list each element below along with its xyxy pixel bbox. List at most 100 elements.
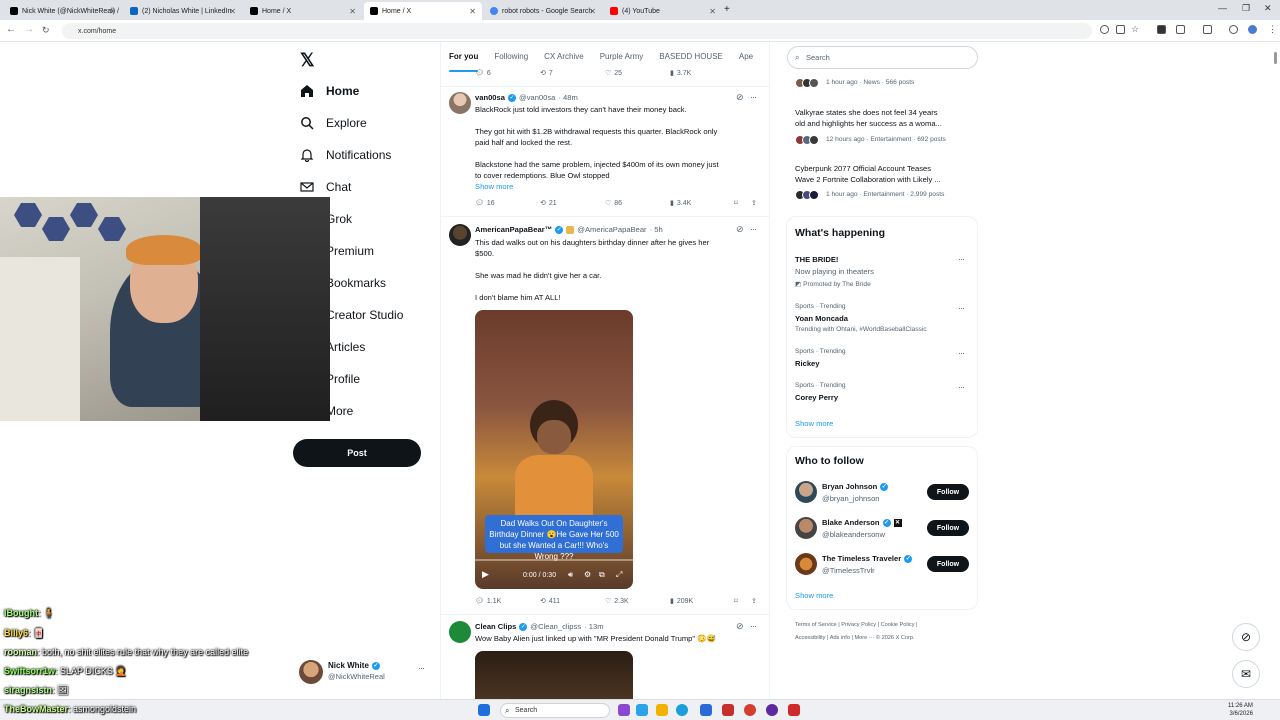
reply-button[interactable]: 💬︎ 16: [475, 199, 495, 208]
tab-basedd-house[interactable]: BASEDD HOUSE: [651, 44, 731, 72]
windows-start-icon[interactable]: [478, 704, 490, 716]
maximize-icon[interactable]: ❐: [1242, 3, 1250, 14]
nav-explore[interactable]: Explore: [300, 116, 367, 130]
news-title[interactable]: old and highlights her success as a woma…: [795, 119, 942, 128]
reply-button[interactable]: 💬︎ 1.1K: [475, 597, 501, 606]
user-name[interactable]: The Timeless Traveler: [822, 554, 901, 563]
tweet-time[interactable]: · 5h: [650, 225, 663, 234]
tweet-time[interactable]: · 48m: [558, 93, 577, 102]
install-icon[interactable]: [1116, 25, 1125, 34]
edge-icon[interactable]: [676, 704, 688, 716]
browser-menu-icon[interactable]: ⋮: [1268, 24, 1277, 35]
avatar[interactable]: [449, 92, 471, 114]
show-more-link[interactable]: Show more: [795, 419, 833, 428]
grok-fab[interactable]: ⊘: [1232, 623, 1260, 651]
author-name[interactable]: van00sa: [475, 93, 505, 102]
tab-ape[interactable]: Ape: [731, 44, 761, 72]
repost-button[interactable]: ⟲ 411: [540, 597, 560, 606]
more-options-icon[interactable]: ···: [958, 382, 965, 392]
favorite-star-icon[interactable]: ☆: [1131, 24, 1139, 35]
footer-link[interactable]: Cookie Policy: [881, 622, 915, 628]
more-options-icon[interactable]: ···: [750, 621, 757, 631]
like-button[interactable]: ♡ 86: [605, 199, 622, 208]
close-tab-icon[interactable]: ✕: [109, 7, 116, 16]
author-handle[interactable]: @AmericaPapaBear: [577, 225, 646, 234]
tab-following[interactable]: Following: [486, 44, 536, 72]
tweet-media[interactable]: [475, 651, 633, 699]
footer-link[interactable]: Privacy Policy: [841, 622, 876, 628]
volume-icon[interactable]: 🔊︎: [568, 570, 573, 580]
like-button[interactable]: ♡ 25: [605, 69, 622, 78]
close-tab-icon[interactable]: ✕: [709, 7, 716, 16]
fullscreen-icon[interactable]: ⤢: [616, 570, 622, 580]
avatar[interactable]: [795, 553, 817, 575]
follow-button[interactable]: Follow: [927, 484, 969, 500]
split-screen-icon[interactable]: [1176, 25, 1185, 34]
more-options-icon[interactable]: ···: [958, 303, 965, 313]
file-explorer-icon[interactable]: [656, 704, 668, 716]
nav-home[interactable]: Home: [300, 84, 359, 98]
close-tab-icon[interactable]: ✕: [349, 7, 356, 16]
x-logo-icon[interactable]: 𝕏: [300, 50, 315, 71]
repost-button[interactable]: ⟲ 21: [540, 199, 557, 208]
views-button[interactable]: ▮ 3.4K: [670, 199, 691, 208]
profile-avatar-icon[interactable]: [1248, 25, 1257, 34]
follow-button[interactable]: Follow: [927, 556, 969, 572]
trend-title[interactable]: Rickey: [795, 359, 820, 368]
video-progress[interactable]: [475, 559, 633, 561]
pip-icon[interactable]: ⧉: [599, 570, 605, 580]
app-icon[interactable]: [722, 704, 734, 716]
browser-tab[interactable]: Nick White (@NickWhiteReal) / ✕: [4, 2, 122, 20]
scrollbar-thumb[interactable]: [1274, 52, 1277, 64]
post-button[interactable]: Post: [293, 439, 421, 467]
reply-button[interactable]: 💬︎ 6: [475, 69, 491, 78]
author-handle[interactable]: @van00sa: [519, 93, 555, 102]
follow-button[interactable]: Follow: [927, 520, 969, 536]
grok-icon[interactable]: ⊘: [736, 92, 744, 103]
more-options-icon[interactable]: ···: [418, 663, 425, 673]
browser-tab[interactable]: Home / X ✕: [244, 2, 362, 20]
chrome-icon[interactable]: [744, 704, 756, 716]
share-button[interactable]: ⇪: [751, 199, 757, 207]
author-name[interactable]: Clean Clips: [475, 622, 516, 631]
footer-link[interactable]: Terms of Service: [795, 622, 837, 628]
back-icon[interactable]: ←: [6, 24, 16, 35]
forward-icon[interactable]: →: [24, 24, 34, 35]
avatar[interactable]: [449, 621, 471, 643]
news-title[interactable]: Valkyrae states she does not feel 34 yea…: [795, 108, 938, 117]
author-handle[interactable]: @Clean_clipss: [530, 622, 581, 631]
nav-chat[interactable]: Chat: [300, 180, 351, 194]
extension-icon[interactable]: [1157, 25, 1166, 34]
app-icon[interactable]: [766, 704, 778, 716]
avatar[interactable]: [795, 481, 817, 503]
extensions-puzzle-icon[interactable]: [1229, 25, 1238, 34]
system-clock[interactable]: 11:26 AM 3/6/2026: [1228, 702, 1253, 718]
collections-icon[interactable]: [1203, 25, 1212, 34]
tab-cx-archive[interactable]: CX Archive: [536, 44, 592, 72]
tweet-time[interactable]: · 13m: [584, 622, 603, 631]
like-button[interactable]: ♡ 2.3K: [605, 597, 629, 606]
share-button[interactable]: ⇪: [751, 597, 757, 605]
show-more-link[interactable]: Show more: [475, 182, 513, 191]
taskbar-search[interactable]: ⌕ Search: [500, 703, 610, 718]
play-icon[interactable]: ▶: [482, 569, 489, 580]
messages-fab[interactable]: ✉: [1232, 660, 1260, 688]
browser-tab[interactable]: (2) Nicholas White | LinkedIn ✕: [124, 2, 242, 20]
tab-for-you[interactable]: For you: [441, 44, 486, 72]
zoom-icon[interactable]: [1100, 25, 1109, 34]
settings-icon[interactable]: ⚙: [584, 570, 591, 579]
close-tab-icon[interactable]: ✕: [469, 7, 476, 16]
browser-tab[interactable]: robot robots - Google Search ✕: [484, 2, 602, 20]
browser-tab-active[interactable]: Home / X ✕: [364, 2, 482, 20]
new-tab-icon[interactable]: +: [724, 4, 730, 15]
app-icon[interactable]: [700, 704, 712, 716]
grok-icon[interactable]: ⊘: [736, 224, 744, 235]
news-title[interactable]: Cyberpunk 2077 Official Account Teases: [795, 164, 931, 173]
more-options-icon[interactable]: ···: [958, 348, 965, 358]
trend-title[interactable]: Corey Perry: [795, 393, 838, 402]
user-name[interactable]: Blake Anderson: [822, 518, 880, 527]
more-options-icon[interactable]: ···: [958, 254, 965, 264]
views-button[interactable]: ▮ 3.7K: [670, 69, 691, 78]
video-player[interactable]: Dad Walks Out On Daughter's Birthday Din…: [475, 310, 633, 589]
address-bar[interactable]: x.com/home: [62, 23, 1092, 39]
